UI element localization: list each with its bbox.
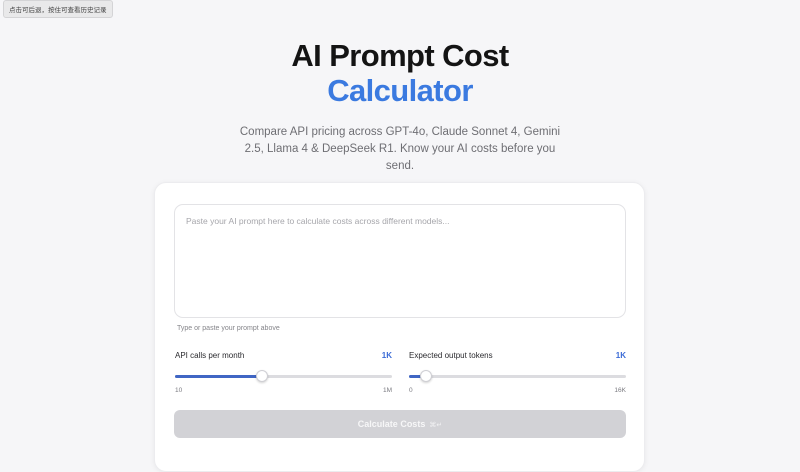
calculator-card: Type or paste your prompt above API call… — [154, 182, 645, 472]
page-subtitle: Compare API pricing across GPT-4o, Claud… — [239, 126, 561, 172]
page-title-accent: Calculator — [327, 73, 473, 108]
hero-section: AI Prompt Cost Calculator Compare API pr… — [0, 38, 800, 175]
output-tokens-value: 1K — [615, 351, 626, 360]
keyboard-shortcut-hint: ⌘↵ — [429, 422, 443, 429]
calculate-costs-button[interactable]: Calculate Costs ⌘↵ — [174, 410, 626, 438]
output-tokens-max-label: 16K — [614, 387, 626, 394]
prompt-hint: Type or paste your prompt above — [177, 325, 280, 332]
api-calls-slider[interactable] — [175, 370, 392, 382]
page-title: AI Prompt Cost — [291, 38, 509, 73]
output-tokens-min-label: 0 — [409, 387, 413, 394]
output-tokens-slider[interactable] — [409, 370, 626, 382]
api-calls-slider-thumb[interactable] — [255, 370, 268, 382]
output-tokens-label: Expected output tokens — [409, 351, 493, 360]
output-tokens-slider-thumb[interactable] — [420, 370, 433, 382]
api-calls-max-label: 1M — [382, 387, 392, 394]
back-button-tooltip: 点击可后退，按住可查看历史记录 — [3, 0, 113, 18]
api-calls-label: API calls per month — [175, 351, 245, 360]
calculate-costs-label: Calculate Costs — [357, 419, 426, 429]
prompt-input[interactable] — [174, 204, 626, 318]
api-calls-slider-fill — [175, 375, 262, 378]
api-calls-min-label: 10 — [175, 387, 183, 394]
api-calls-value: 1K — [381, 351, 392, 360]
